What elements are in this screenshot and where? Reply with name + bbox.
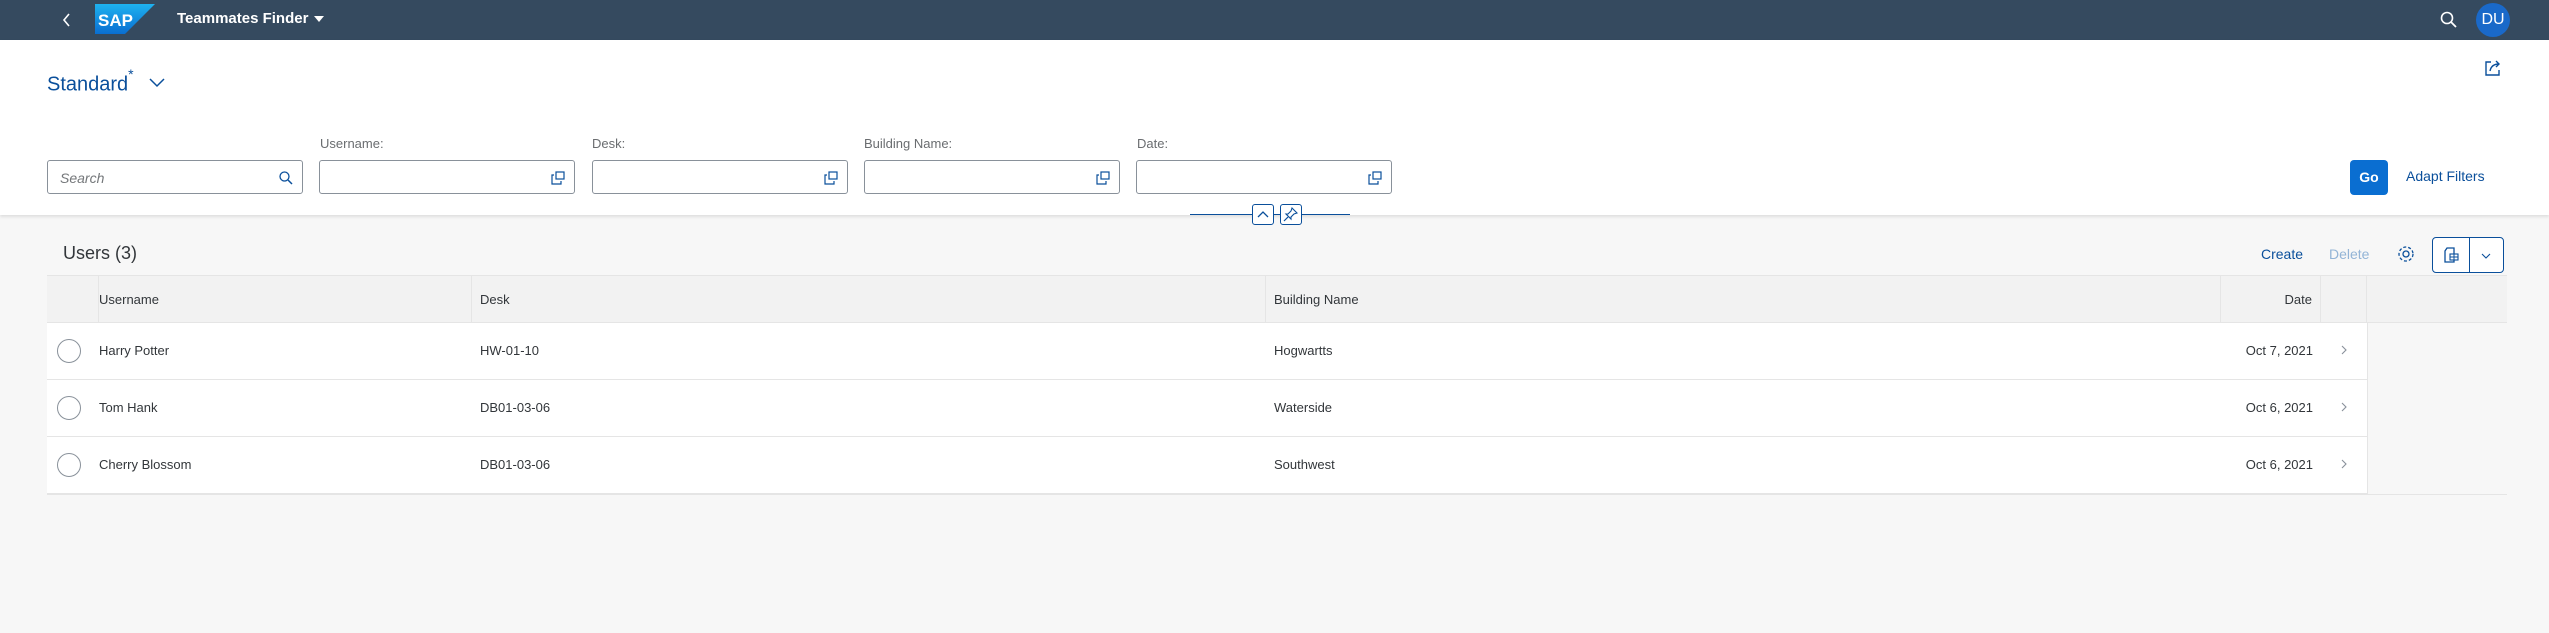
table-header: Username Desk Building Name Date xyxy=(47,275,2507,323)
row-select-radio[interactable] xyxy=(57,396,81,420)
navigation-column-header xyxy=(2321,276,2367,323)
sap-logo[interactable]: SAP xyxy=(95,4,155,34)
caret-down-icon xyxy=(314,16,325,23)
table-bottom-border xyxy=(47,494,2507,495)
export-split-button[interactable] xyxy=(2432,237,2504,273)
date-label: Date: xyxy=(1137,136,1169,151)
column-header-desk[interactable]: Desk xyxy=(472,276,1266,323)
table-row[interactable]: Tom Hank DB01-03-06 Waterside Oct 6, 202… xyxy=(47,380,2367,437)
table-row[interactable]: Harry Potter HW-01-10 Hogwartts Oct 7, 2… xyxy=(47,323,2367,380)
column-header-building-name[interactable]: Building Name xyxy=(1266,276,2221,323)
chevron-up-icon xyxy=(1257,211,1269,218)
back-button[interactable] xyxy=(56,8,78,32)
search-input[interactable]: Search xyxy=(47,160,303,194)
cell-date: Oct 7, 2021 xyxy=(2245,343,2313,358)
value-help-icon[interactable] xyxy=(550,170,566,186)
value-help-icon[interactable] xyxy=(1095,170,1111,186)
split-divider xyxy=(2469,238,2470,272)
column-header-username[interactable]: Username xyxy=(99,276,472,323)
cell-username: Tom Hank xyxy=(99,400,158,415)
column-header-date[interactable]: Date xyxy=(2221,276,2321,323)
chevron-left-icon xyxy=(62,13,70,27)
username-label: Username: xyxy=(320,136,384,151)
cell-building: Hogwartts xyxy=(1274,343,1333,358)
chevron-down-icon xyxy=(149,78,165,88)
username-field[interactable] xyxy=(319,160,575,194)
create-button[interactable]: Create xyxy=(2261,246,2303,262)
app-title: Teammates Finder xyxy=(177,10,309,27)
desk-label: Desk: xyxy=(592,136,626,151)
cell-username: Harry Potter xyxy=(99,343,170,358)
search-icon xyxy=(2440,11,2457,28)
desk-field[interactable] xyxy=(592,160,848,194)
building-name-field[interactable] xyxy=(864,160,1120,194)
chevron-right-icon[interactable] xyxy=(2337,457,2351,471)
value-help-icon[interactable] xyxy=(1367,170,1383,186)
building-name-label: Building Name: xyxy=(864,136,953,151)
table-title: Users (3) xyxy=(63,243,138,263)
cell-username: Cherry Blossom xyxy=(99,457,192,472)
chevron-right-icon[interactable] xyxy=(2337,343,2351,357)
cell-desk: DB01-03-06 xyxy=(480,457,551,472)
cell-desk: DB01-03-06 xyxy=(480,400,551,415)
cell-building: Waterside xyxy=(1274,400,1333,415)
table-settings-button[interactable] xyxy=(2396,244,2416,264)
pin-header-button[interactable] xyxy=(1280,204,1302,225)
gear-icon xyxy=(2398,246,2414,262)
search-icon xyxy=(279,171,293,185)
go-button[interactable]: Go xyxy=(2350,160,2388,195)
pin-icon xyxy=(1283,206,1299,222)
value-help-icon[interactable] xyxy=(823,170,839,186)
search-placeholder: Search xyxy=(60,170,105,186)
variant-management[interactable]: Standard* xyxy=(47,66,134,97)
variant-dropdown-button[interactable] xyxy=(147,72,167,92)
chevron-down-icon[interactable] xyxy=(2479,249,2493,263)
adapt-filters-button[interactable]: Adapt Filters xyxy=(2406,168,2485,184)
table-filler-divider xyxy=(2367,323,2368,494)
export-spreadsheet-icon[interactable] xyxy=(2442,246,2460,264)
cell-date: Oct 6, 2021 xyxy=(2245,457,2313,472)
row-select-radio[interactable] xyxy=(57,453,81,477)
cell-desk: HW-01-10 xyxy=(480,343,540,358)
collapse-header-button[interactable] xyxy=(1252,204,1274,225)
cell-date: Oct 6, 2021 xyxy=(2245,400,2313,415)
table-row[interactable]: Cherry Blossom DB01-03-06 Southwest Oct … xyxy=(47,437,2367,494)
filter-header: Standard* Search Username: Desk: Buildin… xyxy=(0,40,2549,225)
app-title-menu[interactable]: Teammates Finder xyxy=(177,10,325,27)
shell-search-button[interactable] xyxy=(2438,9,2460,31)
sap-logo-icon: SAP xyxy=(95,4,155,34)
share-button[interactable] xyxy=(2483,58,2503,78)
shell-bar: SAP Teammates Finder DU xyxy=(0,0,2549,40)
svg-text:SAP: SAP xyxy=(98,11,133,30)
cell-building: Southwest xyxy=(1274,457,1335,472)
date-field[interactable] xyxy=(1136,160,1392,194)
chevron-right-icon[interactable] xyxy=(2337,400,2351,414)
delete-button[interactable]: Delete xyxy=(2329,246,2369,262)
row-select-radio[interactable] xyxy=(57,339,81,363)
variant-modified-indicator: * xyxy=(128,66,134,82)
user-avatar[interactable]: DU xyxy=(2476,3,2510,37)
selection-column-header xyxy=(47,276,99,323)
variant-name: Standard xyxy=(47,73,129,96)
share-icon xyxy=(2485,60,2500,76)
